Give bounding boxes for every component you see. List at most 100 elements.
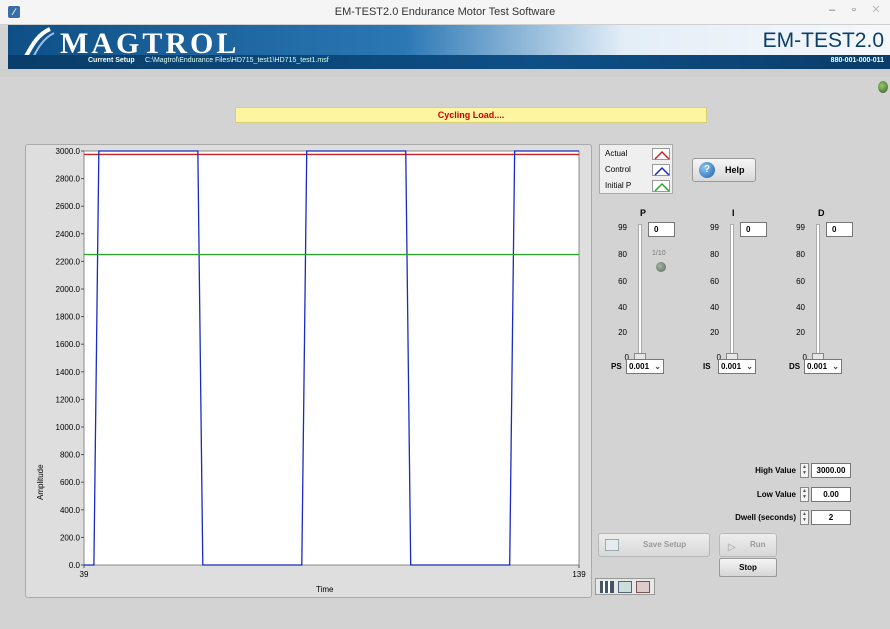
pan-icon[interactable] [618,580,632,593]
high-value-spinner[interactable]: ▲ ▼ [800,463,809,478]
high-value-field[interactable]: 3000.00 [811,463,851,478]
slider-track[interactable] [816,224,820,360]
pid-p-value[interactable]: 0 [648,222,675,237]
legend-item-actual: Actual [605,147,627,161]
low-value-label: Low Value [756,490,796,499]
led-label: 1/10 [652,250,666,257]
slider-scale-label: 80 [796,250,805,259]
graph-palette [595,578,655,595]
cursor-icon[interactable] [636,580,650,593]
help-button[interactable]: ? Help [692,158,756,182]
pid-d-value[interactable]: 0 [826,222,853,237]
legend-label: Actual [605,149,628,158]
slider-scale-label: 60 [796,277,805,286]
dwell-field[interactable]: 2 [811,510,851,525]
slider-scale-label: 99 [618,223,627,232]
y-tick-label: 1200.0 [56,395,81,404]
slider-scale-label: 40 [710,303,719,312]
scale-select-value: 0.001 [807,362,828,371]
y-tick-label: 400.0 [60,506,81,515]
x-tick-label: 139 [572,570,586,579]
legend-item-initial-p: Initial P [605,179,631,193]
slider-scale-label: 20 [618,328,627,337]
slider-track[interactable] [638,224,642,360]
slider-scale-label: 60 [710,277,719,286]
legend-swatch-control[interactable] [652,164,670,176]
save-setup-label: Save Setup [643,540,687,549]
slider-scale-label: 80 [710,250,719,259]
scale-select[interactable]: 0.001 ⌄ [804,359,842,374]
dwell-spinner[interactable]: ▲ ▼ [800,510,809,525]
close-icon[interactable]: ✕ [866,2,886,20]
y-tick-label: 200.0 [60,533,81,542]
pid-p-label: P [640,208,647,218]
y-tick-label: 1600.0 [56,340,81,349]
slider-scale-label: 60 [618,277,627,286]
slider-scale-label: 40 [618,303,627,312]
status-message: Cycling Load.... [235,107,707,123]
part-number: 880-001-000-011 [830,57,884,64]
run-icon: ▷ [728,542,736,553]
x-tick-label: 39 [80,570,89,579]
window-controls: – ▫ ✕ [822,2,886,20]
chart-panel: 3000.0 2800.0 2600.0 2400.0 2200.0 2000.0 1800… [25,144,592,598]
y-tick-label: 600.0 [60,478,81,487]
save-setup-button[interactable]: Save Setup [598,533,710,557]
slider-scale-label: 20 [796,328,805,337]
y-tick-label: 2200.0 [56,257,81,266]
current-setup-label: Current Setup [88,57,135,64]
legend-item-control: Control [605,163,631,177]
scale-select-label: IS [703,362,711,371]
scale-select[interactable]: 0.001 ⌄ [718,359,756,374]
status-led-icon [656,262,666,272]
scale-select[interactable]: 0.001 ⌄ [626,359,664,374]
legend-swatch-initial-p[interactable] [652,180,670,192]
run-button[interactable]: ▷ Run [719,533,777,557]
chart-svg: 3000.0 2800.0 2600.0 2400.0 2200.0 2000.0 1800… [56,147,587,579]
minimize-icon[interactable]: – [822,2,842,20]
low-value-spinner[interactable]: ▲ ▼ [800,487,809,502]
chevron-down-icon: ⌄ [832,362,839,371]
slider-track[interactable] [730,224,734,360]
pid-i-value[interactable]: 0 [740,222,767,237]
scale-select-label: DS [789,362,801,371]
slider-scale-label: 99 [710,223,719,232]
slider-scale-label: 20 [710,328,719,337]
high-value-label: High Value [755,466,796,475]
chevron-down-icon: ⌄ [654,362,661,371]
slider-scale-label: 40 [796,303,805,312]
legend-swatch-actual[interactable] [652,148,670,160]
product-name: EM-TEST2.0 [762,29,884,52]
help-icon: ? [699,162,715,178]
save-icon [605,539,619,551]
zoom-icon[interactable] [600,580,614,593]
y-axis-title: Amplitude [36,464,45,500]
scale-select-label: PS [611,362,622,371]
divider-strip [0,69,890,77]
status-globe-icon [878,81,888,93]
help-label: Help [725,165,745,175]
chart-legend: Actual Control Initial P [599,144,673,194]
low-value-field[interactable]: 0.00 [811,487,851,502]
x-axis-title: Time [316,585,334,594]
y-tick-label: 1000.0 [56,423,81,432]
pid-d-label: D [818,208,825,218]
y-tick-label: 1400.0 [56,368,81,377]
window-title: EM-TEST2.0 Endurance Motor Test Software [334,6,556,18]
y-tick-label: 3000.0 [56,147,81,156]
slider-scale-label: 99 [796,223,805,232]
y-tick-label: 2400.0 [56,230,81,239]
y-tick-label: 800.0 [60,451,81,460]
stop-button[interactable]: Stop [719,558,777,577]
legend-label: Initial P [605,181,632,190]
legend-label: Control [605,165,631,174]
setup-bar: Current Setup C:\Magtrol\Endurance Files… [8,55,890,69]
y-tick-label: 2600.0 [56,202,81,211]
scale-select-value: 0.001 [721,362,742,371]
setup-path: C:\Magtrol\Endurance Files\HD715_test1\H… [145,57,329,64]
y-tick-label: 2800.0 [56,175,81,184]
maximize-icon[interactable]: ▫ [844,2,864,20]
plot-area [83,150,580,566]
title-bar: ⁄ EM-TEST2.0 Endurance Motor Test Softwa… [0,0,890,25]
scale-select-value: 0.001 [629,362,650,371]
